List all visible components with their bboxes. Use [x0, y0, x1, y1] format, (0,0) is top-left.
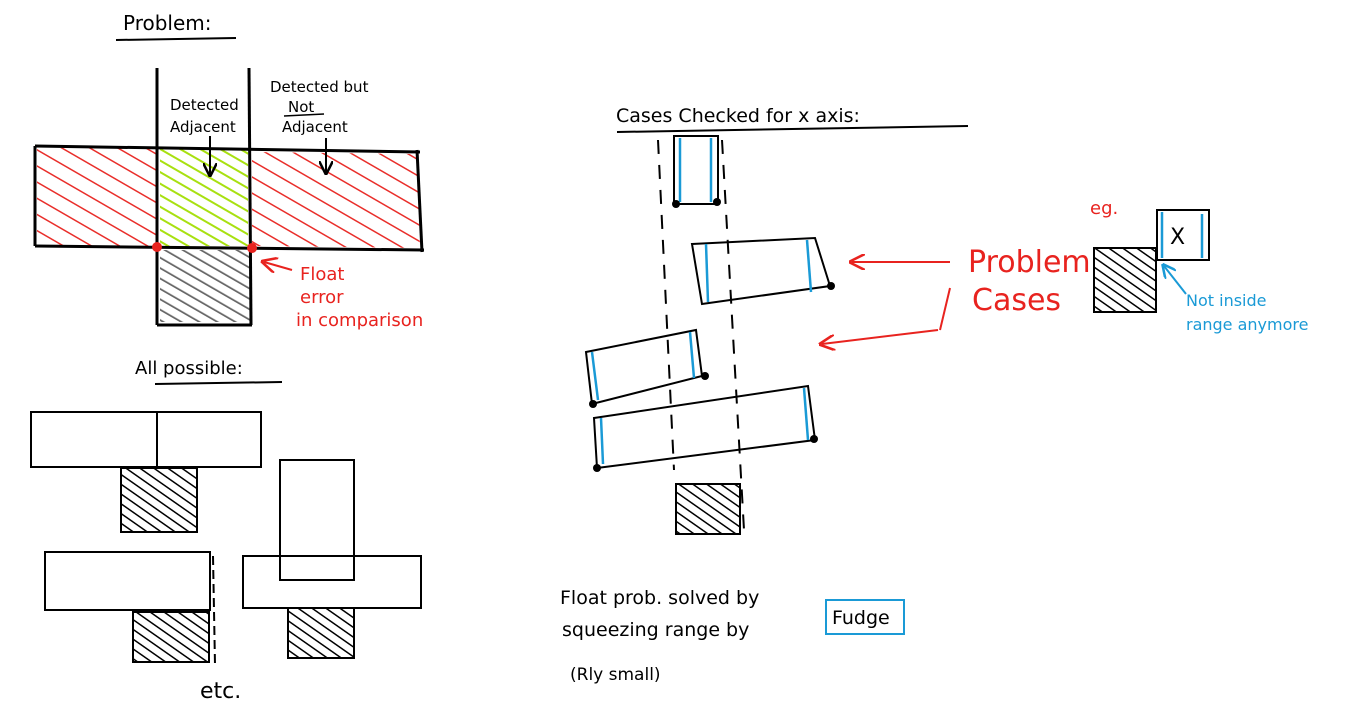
case2-corner-dot	[827, 282, 835, 290]
float-error-dot-right	[247, 243, 257, 253]
example1-top-bar	[30, 411, 262, 468]
float-error-line2: error	[300, 287, 344, 308]
all-possible-title: All possible:	[135, 358, 243, 379]
problem-cases-line2: Cases	[972, 283, 1061, 318]
example2-tall-block	[279, 459, 355, 581]
fudge-word: Fudge	[832, 607, 890, 629]
case3-corner-dot-left	[589, 400, 597, 408]
not-inside-line2: range anymore	[1186, 315, 1308, 334]
etc-label: etc.	[200, 679, 241, 704]
float-error-line3: in comparison	[296, 310, 423, 331]
footer-line1: Float prob. solved by	[560, 587, 759, 609]
whiteboard-canvas: Problem: Detected Adjacent Detected but …	[30, 11, 1308, 704]
case3-corner-dot-right	[701, 372, 709, 380]
problem-section: Problem: Detected Adjacent Detected but …	[33, 11, 425, 331]
green-adjacent-block	[160, 148, 248, 246]
not-inside-arrow	[1164, 266, 1187, 295]
problem-case-arrow-2	[822, 329, 939, 344]
eg-label: eg.	[1090, 198, 1118, 219]
red-detected-block-right	[252, 152, 420, 248]
case3-block	[584, 328, 704, 406]
detected-not-adjacent-line3: Adjacent	[282, 118, 348, 136]
case4-corner-dot-left	[593, 464, 601, 472]
cases-title: Cases Checked for x axis:	[616, 105, 860, 127]
not-inside-line1: Not inside	[1186, 291, 1266, 310]
example2-wide-block	[242, 555, 422, 609]
cases-tested-block	[675, 483, 741, 535]
eg-x-mark: X	[1170, 225, 1185, 250]
case1-corner-dot-right	[713, 198, 721, 206]
example2-tested-block	[287, 607, 355, 659]
range-dashed-right	[721, 139, 745, 531]
eg-tested-block	[1093, 247, 1157, 313]
detected-not-adjacent-line2: Not	[288, 98, 314, 116]
example3-wide-block	[44, 551, 211, 611]
footer-line3: (Rly small)	[570, 665, 661, 685]
detected-adjacent-line2: Adjacent	[170, 118, 236, 136]
problem-title-underline	[115, 37, 237, 41]
problem-title: Problem:	[123, 11, 212, 35]
float-error-dot-left	[152, 242, 162, 252]
problem-cases-line1: Problem	[968, 245, 1091, 280]
example1-tested-block	[120, 467, 198, 533]
float-error-arrow	[264, 262, 293, 270]
case2-fudge-left	[704, 243, 710, 303]
case4-corner-dot-right	[810, 435, 818, 443]
footer-line2-prefix: squeezing range by	[562, 619, 749, 641]
detected-adjacent-line1: Detected	[170, 96, 239, 114]
range-dashed-left	[657, 139, 675, 471]
problem-case-arrow-joint	[939, 287, 951, 331]
example3-tested-block	[132, 611, 210, 663]
case3-fudge-left	[590, 351, 600, 401]
case3-fudge-right	[688, 331, 696, 379]
example3-dashed-line	[212, 555, 216, 666]
grid-column-line-2	[247, 67, 253, 326]
footer-note: Float prob. solved by squeezing range by…	[560, 587, 905, 685]
case4-fudge-left	[599, 417, 605, 465]
case1-corner-dot-left	[672, 200, 680, 208]
float-error-line1: Float	[300, 264, 344, 285]
case4-fudge-right	[802, 387, 810, 441]
case4-block	[592, 384, 817, 470]
detected-not-adjacent-line1: Detected but	[270, 78, 369, 96]
red-detected-block-left	[37, 148, 156, 246]
cases-section: Cases Checked for x axis: Problem Cases …	[584, 105, 1308, 535]
case2-fudge-right	[805, 239, 813, 293]
all-possible-underline	[154, 381, 283, 385]
gray-tested-block	[160, 250, 250, 322]
all-possible-section: All possible: etc.	[30, 358, 422, 704]
